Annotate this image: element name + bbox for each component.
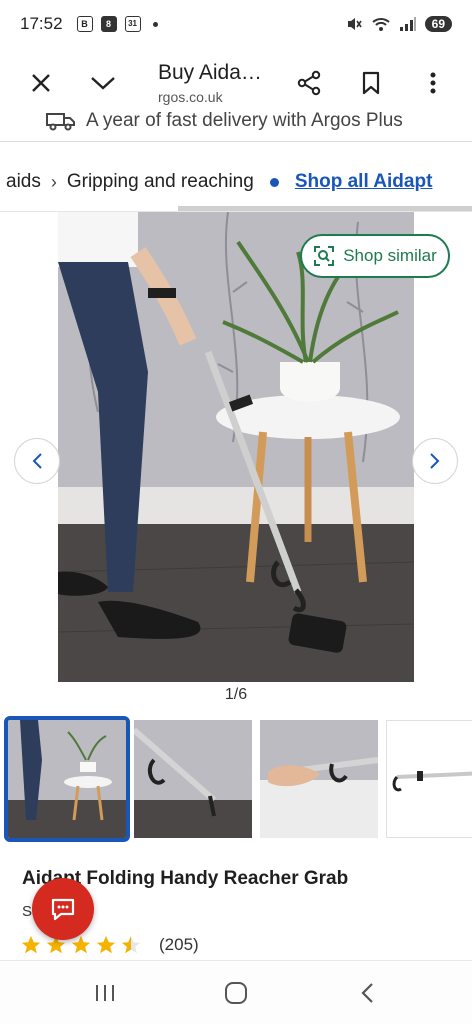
recent-apps-icon: [96, 984, 115, 1001]
delivery-van-icon: [46, 113, 75, 131]
thumbnail-image: [134, 720, 252, 838]
screenshot-icon: B: [76, 16, 93, 32]
system-nav-bar: [0, 961, 472, 1024]
page-title: Buy Aida…: [158, 61, 262, 84]
star-icon: [96, 935, 116, 954]
shop-all-link[interactable]: Shop all Aidapt: [295, 171, 433, 193]
chevron-right-icon: [430, 453, 440, 469]
carousel-next-button[interactable]: [412, 438, 458, 484]
star-half-icon: [121, 935, 141, 954]
product-rating[interactable]: (205): [20, 934, 199, 956]
delivery-text: A year of fast delivery with Argos Plus: [86, 112, 403, 131]
page-title-block[interactable]: Buy Aida… rgos.co.uk: [134, 61, 278, 105]
expand-button[interactable]: [72, 52, 134, 114]
more-options-button[interactable]: [402, 52, 464, 114]
mute-icon: [347, 18, 362, 30]
breadcrumb-dot: [269, 177, 279, 187]
thumbnail-image: [387, 721, 472, 837]
breadcrumb: aids › Gripping and reaching Shop all Ai…: [0, 160, 472, 204]
home-icon: [224, 981, 247, 1004]
star-icon: [21, 935, 41, 954]
thumbnail-image: [260, 720, 378, 838]
more-vert-icon: [430, 72, 436, 94]
thumbnail-image: [8, 720, 126, 838]
share-icon: [297, 70, 321, 96]
browser-toolbar: Buy Aida… rgos.co.uk: [0, 48, 472, 118]
notification-icon: 8: [100, 16, 117, 32]
thumbnail-1[interactable]: [4, 716, 130, 842]
chevron-down-icon: [91, 77, 115, 90]
thumbnail-strip: [4, 716, 472, 842]
carousel-prev-button[interactable]: [14, 438, 60, 484]
thumbnail-4[interactable]: [386, 720, 472, 838]
back-button[interactable]: [337, 968, 397, 1018]
chevron-right-icon: ›: [50, 171, 57, 192]
battery-icon: 69: [424, 16, 452, 32]
product-title: Aidapt Folding Handy Reacher Grab: [22, 868, 349, 889]
close-icon: [32, 74, 50, 92]
close-button[interactable]: [10, 52, 72, 114]
divider: [0, 141, 472, 142]
chat-button[interactable]: [32, 878, 94, 940]
chevron-left-icon: [32, 453, 42, 469]
home-button[interactable]: [206, 968, 266, 1018]
thumbnail-3[interactable]: [260, 720, 378, 838]
review-count: (205): [159, 935, 199, 954]
breadcrumb-item-current[interactable]: Gripping and reaching: [67, 171, 254, 193]
shop-similar-button[interactable]: Shop similar: [300, 234, 450, 278]
image-counter: 1/6: [224, 686, 248, 703]
bookmark-button[interactable]: [340, 52, 402, 114]
visual-search-icon: [314, 246, 335, 266]
status-time: 17:52: [20, 14, 63, 33]
more-notifications-dot: [152, 21, 158, 27]
share-button[interactable]: [278, 52, 340, 114]
shop-similar-label: Shop similar: [343, 246, 437, 265]
page-url: rgos.co.uk: [158, 89, 223, 105]
thumbnail-2[interactable]: [134, 720, 252, 838]
chat-icon: [51, 898, 75, 921]
signal-icon: [399, 17, 416, 31]
bookmark-icon: [362, 71, 380, 95]
status-bar: 17:52 B 8 31 69: [0, 0, 472, 48]
product-photo: [58, 212, 414, 682]
back-icon: [361, 982, 373, 1003]
calendar-icon: 31: [124, 16, 141, 32]
wifi-icon: [371, 18, 390, 31]
recent-apps-button[interactable]: [75, 968, 135, 1018]
product-main-image[interactable]: [58, 212, 414, 682]
delivery-banner[interactable]: A year of fast delivery with Argos Plus: [0, 112, 472, 140]
breadcrumb-item-prev[interactable]: aids: [6, 171, 41, 193]
